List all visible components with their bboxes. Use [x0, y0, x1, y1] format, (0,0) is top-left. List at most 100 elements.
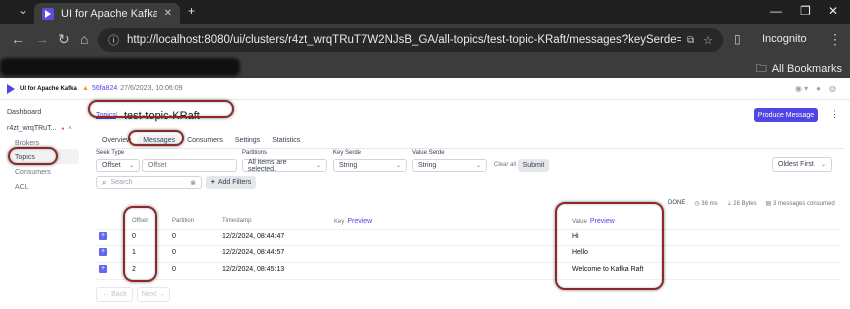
forward-arrow-icon[interactable]: → [35, 32, 49, 46]
breadcrumb-topics[interactable]: Topics [96, 112, 116, 119]
key-serde-label: Key Serde [333, 150, 362, 156]
tab-messages[interactable]: Messages [137, 135, 182, 147]
messages-icon: ▤ [765, 201, 773, 207]
add-filters-button[interactable]: + Add Filters [206, 176, 256, 189]
site-info-icon[interactable]: ⓘ [108, 32, 119, 48]
new-tab-icon[interactable]: + [188, 4, 195, 18]
search-input[interactable]: ⌕ Search ⊗ [96, 176, 202, 189]
clear-search-icon[interactable]: ⊗ [190, 179, 196, 187]
seek-type-select[interactable]: Offset ⌄ [96, 159, 140, 172]
page-title: test-topic-KRaft [124, 110, 200, 122]
discord-icon[interactable]: ◍ [829, 84, 836, 93]
bookmark-star-icon[interactable]: ☆ [703, 34, 713, 47]
github-icon[interactable]: ● [816, 84, 821, 93]
kafka-logo-icon [6, 84, 16, 94]
value-preview-link[interactable]: Preview [590, 218, 615, 225]
partitions-value: All items are selected. [248, 158, 287, 173]
bytes-value: 28 Bytes [733, 201, 757, 207]
tab-consumers[interactable]: Consumers [181, 135, 229, 147]
search-placeholder: Search [110, 179, 133, 186]
key-serde-value: String [339, 162, 358, 169]
value-serde-label: Value Serde [412, 150, 445, 156]
submit-button[interactable]: Submit [518, 159, 549, 172]
address-bar-url: http://localhost:8080/ui/clusters/r4zt_w… [127, 34, 681, 46]
restore-icon[interactable]: ❐ [800, 4, 811, 18]
offset-input[interactable]: Offset [142, 159, 237, 172]
close-tab-icon[interactable]: ✕ [164, 8, 172, 19]
home-icon[interactable]: ⌂ [80, 32, 88, 46]
tab-statistics[interactable]: Statistics [266, 135, 306, 147]
next-page-button[interactable]: Next → [137, 287, 170, 302]
browser-tab[interactable]: UI for Apache Kafka ✕ [34, 3, 180, 24]
kafka-ui-favicon-icon [42, 7, 54, 20]
cell-timestamp: 12/2/2024, 08:44:47 [222, 233, 285, 240]
back-page-button[interactable]: ← Back [96, 287, 133, 302]
version-info: ▲ 56fa824 27/6/2023, 10:06:09 [82, 85, 183, 92]
incognito-label[interactable]: Incognito [762, 33, 807, 45]
elapsed-time: ◷ 36 ms [694, 200, 717, 207]
offset-input-placeholder: Offset [148, 162, 167, 169]
reload-icon[interactable]: ↻ [58, 32, 70, 46]
page-zoom-icon[interactable]: ⧉ [687, 35, 694, 46]
cell-timestamp: 12/2/2024, 08:45:13 [222, 266, 285, 273]
table-divider [96, 229, 840, 230]
bytes-consumed: ⇣ 28 Bytes [727, 200, 757, 207]
status-text: DONE [668, 200, 686, 206]
elapsed-value: 36 ms [701, 201, 718, 207]
tabs-divider [96, 148, 844, 149]
sidebar-item-brokers[interactable]: Brokers [15, 140, 39, 147]
sidebar-item-acl[interactable]: ACL [15, 184, 29, 191]
column-value-label: Value [572, 219, 587, 225]
minimize-icon[interactable]: — [770, 4, 782, 18]
address-bar[interactable]: ⓘ http://localhost:8080/ui/clusters/r4zt… [98, 28, 723, 52]
chevron-down-icon: ⌄ [315, 163, 321, 169]
sort-order-select[interactable]: Oldest First ⌄ [772, 157, 832, 172]
add-filters-label: Add Filters [217, 179, 252, 186]
more-options-icon[interactable]: ⋮ [830, 109, 839, 120]
tab-overview[interactable]: Overview [96, 135, 137, 147]
tab-settings[interactable]: Settings [229, 135, 266, 147]
user-menu-icon[interactable]: ◉ ▾ [795, 84, 808, 93]
column-offset: Offset [132, 218, 148, 224]
sidebar-item-dashboard[interactable]: Dashboard [7, 109, 41, 116]
browser-menu-icon[interactable]: ⋮ [828, 32, 842, 46]
chevron-up-icon[interactable]: ˄ [68, 126, 72, 132]
browser-tab-title: UI for Apache Kafka [61, 7, 157, 20]
messages-consumed: ▤ 3 messages consumed [766, 200, 835, 207]
browser-tab-strip: UI for Apache Kafka ✕ + ⌄ — ❐ ✕ [0, 0, 850, 24]
chevron-down-icon: ⌄ [475, 163, 481, 169]
expand-row-icon[interactable]: + [99, 232, 107, 240]
column-key: Key Preview [334, 218, 372, 225]
key-serde-select[interactable]: String ⌄ [333, 159, 407, 172]
close-window-icon[interactable]: ✕ [828, 4, 838, 18]
value-serde-select[interactable]: String ⌄ [412, 159, 487, 172]
clear-all-button[interactable]: Clear all [494, 162, 516, 168]
key-preview-link[interactable]: Preview [347, 218, 372, 225]
side-panel-icon[interactable]: ▯ [734, 32, 741, 46]
folder-icon: 🗀 [755, 63, 767, 75]
main-content: Topics / test-topic-KRaft Produce Messag… [82, 101, 850, 309]
chevron-down-icon: ⌄ [820, 162, 826, 168]
cell-timestamp: 12/2/2024, 08:44:57 [222, 249, 285, 256]
all-bookmarks-button[interactable]: 🗀 All Bookmarks [756, 60, 842, 79]
column-timestamp: Timestamp [222, 218, 252, 224]
sidebar-item-cluster[interactable]: r4zt_wrqTRuT... ● ˄ [7, 125, 72, 132]
version-hash[interactable]: 56fa824 [92, 85, 117, 92]
partitions-select[interactable]: All items are selected. ⌄ [242, 158, 327, 173]
table-divider [96, 262, 840, 263]
sidebar-item-consumers[interactable]: Consumers [15, 169, 51, 176]
tab-search-icon[interactable]: ⌄ [18, 3, 28, 17]
redacted-bookmarks [0, 58, 240, 76]
produce-message-button[interactable]: Produce Message [754, 108, 818, 122]
back-arrow-icon[interactable]: ← [11, 32, 25, 46]
chevron-down-icon: ⌄ [128, 163, 134, 169]
consumption-stats: DONE ◷ 36 ms ⇣ 28 Bytes ▤ 3 messages con… [668, 200, 835, 207]
app-logo[interactable]: UI for Apache Kafka [6, 84, 77, 94]
expand-row-icon[interactable]: + [99, 265, 107, 273]
cell-value: Hello [572, 249, 588, 256]
expand-row-icon[interactable]: + [99, 248, 107, 256]
sidebar-item-topics[interactable]: Topics [15, 154, 35, 161]
chevron-down-icon: ⌄ [395, 163, 401, 169]
cell-offset: 1 [132, 249, 136, 256]
all-bookmarks-label: All Bookmarks [771, 63, 842, 75]
